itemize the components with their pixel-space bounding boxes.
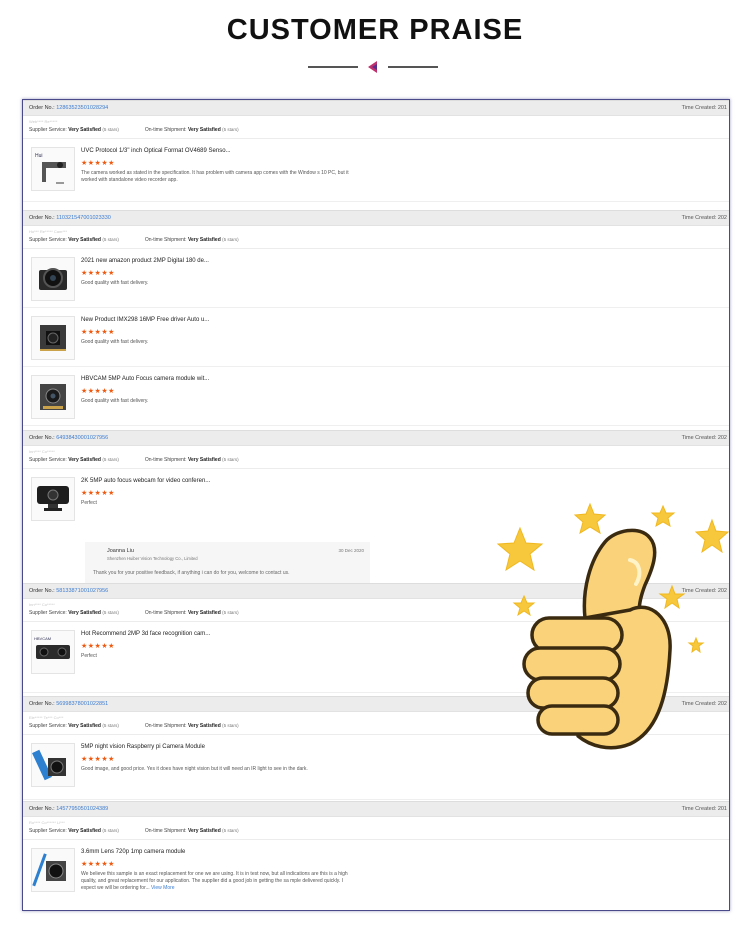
order-number-link[interactable]: 56998378001022851 xyxy=(56,701,108,707)
time-created: Time Created: 202 xyxy=(681,215,727,221)
review-item: Hui UVC Protocol 1/3" inch Optical Forma… xyxy=(23,139,729,202)
product-thumbnail[interactable] xyxy=(31,477,75,521)
review-item: 2021 new amazon product 2MP Digital 180 … xyxy=(23,249,729,308)
review-text: Perfect xyxy=(81,500,97,506)
order-block: Order No.: 56998378001022851 Time Create… xyxy=(23,696,729,800)
arrow-icon xyxy=(368,61,377,73)
rating-stars: ★★★★★ xyxy=(81,160,115,167)
product-name-link[interactable]: 5MP night vision Raspberry pi Camera Mod… xyxy=(81,744,205,750)
reply-date: 30 Dec 2020 xyxy=(338,548,364,553)
time-created: Time Created: 201 xyxy=(681,105,727,111)
product-thumbnail[interactable] xyxy=(31,316,75,360)
order-number-link[interactable]: 110321547001023330 xyxy=(56,215,111,221)
title-divider xyxy=(300,60,450,74)
order-block: Order No.: 58133871001027956 Time Create… xyxy=(23,583,729,693)
reply-text: Thank you for your positive feedback, if… xyxy=(93,570,290,576)
product-thumbnail[interactable] xyxy=(31,848,75,892)
order-header: Order No.: 110321547001023330 Time Creat… xyxy=(23,210,729,226)
product-name-link[interactable]: Hot Recommend 2MP 3d face recognition ca… xyxy=(81,631,210,637)
order-header: Order No.: 1286352350102829­4 Time Creat… xyxy=(23,100,729,116)
order-number-link[interactable]: 145779505010243­89 xyxy=(56,806,108,812)
time-created: Time Created: 202 xyxy=(681,588,727,594)
order-header: Order No.: 64938430001027956 Time Create… xyxy=(23,430,729,446)
reviews-panel: Order No.: 1286352350102829­4 Time Creat… xyxy=(22,99,730,911)
review-text: Good image, and good price. Yes it does … xyxy=(81,766,308,772)
review-text: Good quality with fast delivery. xyxy=(81,339,149,345)
rating-stars: ★★★★★ xyxy=(81,643,115,650)
order-number-link[interactable]: 1286352350102829­4 xyxy=(56,105,108,111)
product-name-link[interactable]: 2K 5MP auto focus webcam for video confe… xyxy=(81,478,210,484)
review-text: We believe this sample is an exact repla… xyxy=(81,871,348,891)
rating-stars: ★★★★★ xyxy=(81,388,115,395)
time-created: Time Created: 202 xyxy=(681,435,727,441)
review-text: The camera worked as stated in the speci… xyxy=(81,170,349,183)
view-more-link[interactable]: View More xyxy=(151,885,175,891)
order-number-link[interactable]: 58133871001027956 xyxy=(56,588,108,594)
product-thumbnail[interactable]: Hui xyxy=(31,147,75,191)
product-thumbnail[interactable]: HBVCAM xyxy=(31,630,75,674)
review-item: HBVCAM Hot Recommend 2MP 3d face recogni… xyxy=(23,622,729,693)
product-name-link[interactable]: HBVCAM 5MP Auto Focus camera module wit.… xyxy=(81,376,209,382)
service-ratings: Supplier Service: Very Satisfied (5 star… xyxy=(29,127,239,133)
supplier-reply: Joanna Liu Shenzhen Huiber Vision Techno… xyxy=(85,542,370,584)
service-ratings: Supplier Service: Very Satisfied (5 star… xyxy=(29,723,239,729)
product-name-link[interactable]: 3.6mm Lens 720p 1mp camera module xyxy=(81,849,185,855)
svg-text:HBVCAM: HBVCAM xyxy=(34,636,51,641)
order-header: Order No.: 145779505010243­89 Time Creat… xyxy=(23,801,729,817)
review-text: Perfect xyxy=(81,653,97,659)
service-ratings: Supplier Service: Very Satisfied (5 star… xyxy=(29,828,239,834)
review-item: HBVCAM 5MP Auto Focus camera module wit.… xyxy=(23,367,729,426)
reply-company: Shenzhen Huiber Vision Technology Co., L… xyxy=(107,556,198,561)
rating-stars: ★★★★★ xyxy=(81,329,115,336)
product-name-link[interactable]: UVC Protocol 1/3" inch Optical Format OV… xyxy=(81,148,231,154)
service-ratings: Supplier Service: Very Satisfied (5 star… xyxy=(29,237,239,243)
review-item: 2K 5MP auto focus webcam for video confe… xyxy=(23,469,729,599)
review-item: 5MP night vision Raspberry pi Camera Mod… xyxy=(23,735,729,800)
order-header: Order No.: 56998378001022851 Time Create… xyxy=(23,696,729,712)
product-thumbnail[interactable] xyxy=(31,257,75,301)
review-text: Good quality with fast delivery. xyxy=(81,280,149,286)
product-thumbnail[interactable] xyxy=(31,743,75,787)
order-block: Order No.: 1286352350102829­4 Time Creat… xyxy=(23,100,729,202)
order-number-link[interactable]: 64938430001027956 xyxy=(56,435,108,441)
order-block: Order No.: 64938430001027956 Time Create… xyxy=(23,430,729,599)
order-header: Order No.: 58133871001027956 Time Create… xyxy=(23,583,729,599)
review-text: Good quality with fast delivery. xyxy=(81,398,149,404)
svg-text:Hui: Hui xyxy=(35,153,43,159)
time-created: Time Created: 201 xyxy=(681,806,727,812)
rating-stars: ★★★★★ xyxy=(81,861,115,868)
order-block: Order No.: 110321547001023330 Time Creat… xyxy=(23,210,729,426)
review-item: 3.6mm Lens 720p 1mp camera module ★★★★★ … xyxy=(23,840,729,900)
product-thumbnail[interactable] xyxy=(31,375,75,419)
order-block: Order No.: 145779505010243­89 Time Creat… xyxy=(23,801,729,900)
product-name-link[interactable]: New Product IMX298 16MP Free driver Auto… xyxy=(81,317,209,323)
rating-stars: ★★★★★ xyxy=(81,756,115,763)
rating-stars: ★★★★★ xyxy=(81,490,115,497)
rating-stars: ★★★★★ xyxy=(81,270,115,277)
product-name-link[interactable]: 2021 new amazon product 2MP Digital 180 … xyxy=(81,258,209,264)
service-ratings: Supplier Service: Very Satisfied (5 star… xyxy=(29,610,239,616)
review-item: New Product IMX298 16MP Free driver Auto… xyxy=(23,308,729,367)
reply-author: Joanna Liu xyxy=(107,548,134,554)
page-title: CUSTOMER PRAISE xyxy=(226,14,524,46)
time-created: Time Created: 202 xyxy=(681,701,727,707)
service-ratings: Supplier Service: Very Satisfied (5 star… xyxy=(29,457,239,463)
